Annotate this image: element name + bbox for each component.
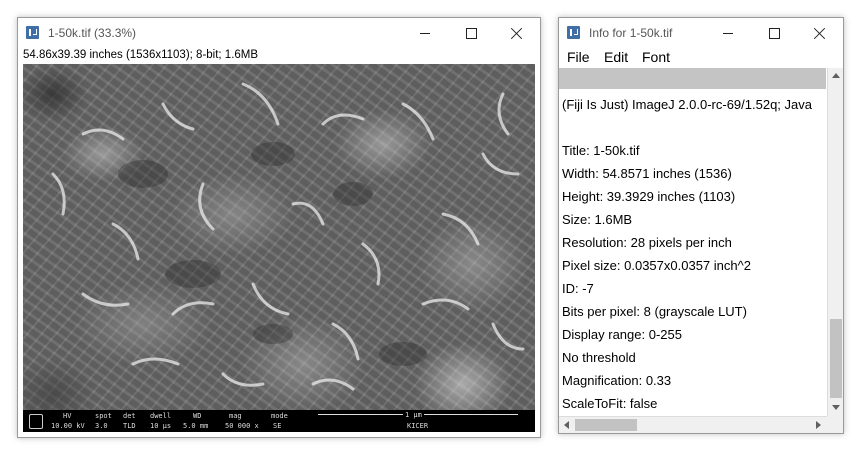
menu-file[interactable]: File	[567, 49, 590, 65]
databar-header-mag: mag	[229, 412, 242, 420]
close-icon	[814, 27, 826, 39]
info-line-display-range: Display range: 0-255	[562, 327, 682, 342]
maximize-icon	[466, 28, 477, 39]
databar-header-mode: mode	[271, 412, 288, 420]
imagej-app-icon	[567, 26, 580, 39]
databar-value-spot: 3.0	[95, 422, 108, 430]
image-window-title: 1-50k.tif (33.3%)	[48, 26, 137, 40]
kicer-logo-icon	[29, 414, 43, 429]
databar-header-hv: HV	[63, 412, 72, 420]
horizontal-scroll-thumb[interactable]	[575, 419, 637, 431]
scroll-up-icon[interactable]	[832, 73, 840, 78]
databar-header-dwell: dwell	[150, 412, 172, 420]
image-maximize-button[interactable]	[448, 18, 494, 48]
info-line-version: (Fiji Is Just) ImageJ 2.0.0-rc-69/1.52q;…	[562, 97, 812, 112]
info-line-threshold: No threshold	[562, 350, 636, 365]
info-line-size: Size: 1.6MB	[562, 212, 633, 227]
info-window[interactable]: Info for 1-50k.tif File Edit Font (Fiji …	[558, 17, 844, 434]
image-minimize-button[interactable]	[402, 18, 448, 48]
vertical-scrollbar[interactable]	[827, 68, 843, 416]
scroll-left-icon[interactable]	[564, 421, 569, 429]
databar-header-det: det	[123, 412, 136, 420]
info-line-magnification: Magnification: 0.33	[562, 373, 672, 388]
databar-header-wd: WD	[193, 412, 202, 420]
info-window-title: Info for 1-50k.tif	[589, 26, 673, 40]
close-icon	[511, 27, 523, 39]
info-maximize-button[interactable]	[751, 18, 797, 48]
databar-value-dwell: 10 µs	[150, 422, 172, 430]
info-line-height: Height: 39.3929 inches (1103)	[562, 189, 736, 204]
databar-header-spot: spot	[95, 412, 112, 420]
maximize-icon	[769, 28, 780, 39]
imagej-app-icon	[26, 26, 39, 39]
image-close-button[interactable]	[494, 18, 540, 48]
info-line-id: ID: -7	[562, 281, 594, 296]
databar-value-wd: 5.0 mm	[183, 422, 209, 430]
image-window-titlebar[interactable]: 1-50k.tif (33.3%)	[18, 18, 540, 48]
scroll-corner	[827, 416, 843, 433]
info-menubar: File Edit Font	[559, 48, 843, 68]
sem-flake-overlay	[51, 82, 525, 391]
sem-databar: HV spot det dwell WD mag mode 10.00 kV 3…	[23, 410, 535, 432]
minimize-icon	[723, 33, 733, 34]
info-line-resolution: Resolution: 28 pixels per inch	[562, 235, 732, 250]
menu-font[interactable]: Font	[642, 49, 670, 65]
vertical-scroll-thumb[interactable]	[830, 319, 842, 398]
info-line-pixel-size: Pixel size: 0.0357x0.0357 inch^2	[562, 258, 751, 273]
databar-value-mag: 50 000 x	[225, 422, 259, 430]
info-text-area[interactable]: (Fiji Is Just) ImageJ 2.0.0-rc-69/1.52q;…	[559, 89, 827, 416]
info-header-band	[559, 68, 826, 89]
menu-edit[interactable]: Edit	[604, 49, 628, 65]
databar-value-mode: SE	[273, 422, 282, 430]
databar-value-hv: 10.00 kV	[51, 422, 85, 430]
image-window[interactable]: 1-50k.tif (33.3%) 54.86x39.39 inches (15…	[17, 17, 541, 438]
info-line-scaletofit: ScaleToFit: false	[562, 396, 658, 411]
info-minimize-button[interactable]	[705, 18, 751, 48]
databar-value-det: TLD	[123, 422, 136, 430]
info-close-button[interactable]	[797, 18, 843, 48]
info-line-width: Width: 54.8571 inches (1536)	[562, 166, 732, 181]
info-line-bits: Bits per pixel: 8 (grayscale LUT)	[562, 304, 747, 319]
scale-bar-label: 1 µm	[403, 411, 424, 419]
info-window-titlebar[interactable]: Info for 1-50k.tif	[559, 18, 843, 48]
image-info-line: 54.86x39.39 inches (1536x1103); 8-bit; 1…	[23, 49, 259, 61]
scroll-down-icon[interactable]	[832, 405, 840, 410]
horizontal-scrollbar[interactable]	[559, 416, 827, 433]
info-line-title: Title: 1-50k.tif	[562, 143, 640, 158]
minimize-icon	[420, 33, 430, 34]
scroll-right-icon[interactable]	[816, 421, 821, 429]
databar-org: KICER	[407, 422, 429, 430]
image-canvas[interactable]: HV spot det dwell WD mag mode 10.00 kV 3…	[23, 64, 535, 432]
